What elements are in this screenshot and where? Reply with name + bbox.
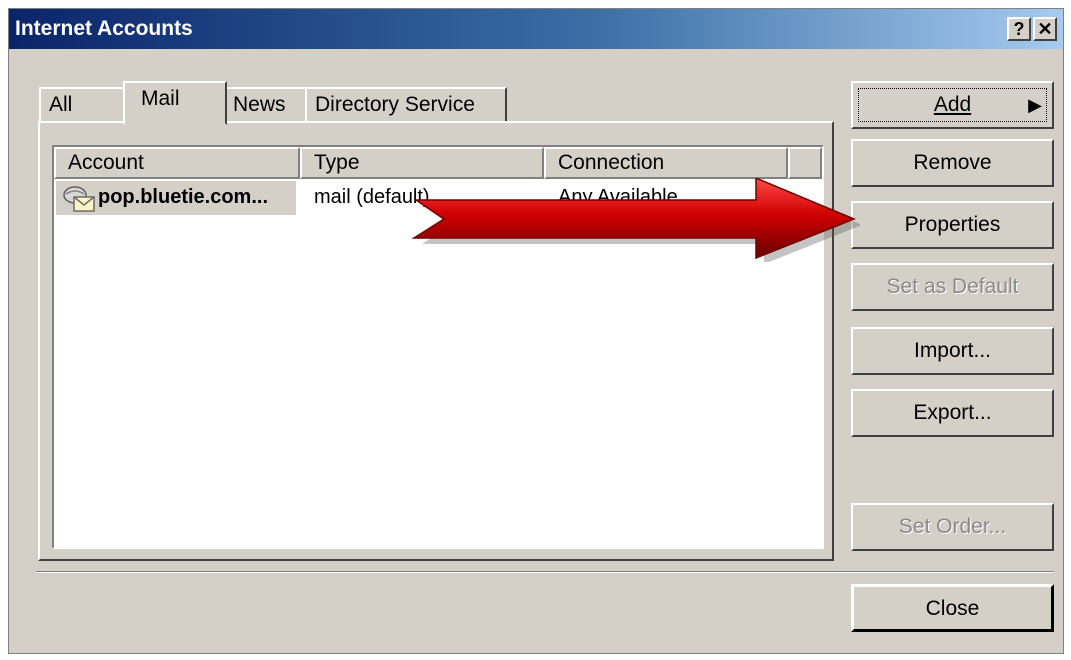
red-arrow-annotation bbox=[411, 178, 860, 262]
help-button[interactable]: ? bbox=[1007, 17, 1031, 41]
tab-directory-service-label: Directory Service bbox=[315, 93, 475, 116]
tab-mail-label: Mail bbox=[141, 87, 180, 110]
focus-rect bbox=[858, 88, 1047, 122]
internet-accounts-dialog: Internet Accounts ? ✕ All Mail News Dire… bbox=[8, 8, 1064, 654]
column-account-label: Account bbox=[68, 151, 144, 174]
arrow-shape bbox=[411, 178, 856, 260]
column-header-filler bbox=[788, 147, 822, 179]
close-window-button[interactable]: ✕ bbox=[1033, 17, 1057, 41]
properties-button[interactable]: Properties bbox=[851, 201, 1054, 249]
tab-directory-service[interactable]: Directory Service bbox=[305, 87, 507, 123]
remove-button-label: Remove bbox=[913, 151, 992, 174]
dialog-title: Internet Accounts bbox=[15, 17, 193, 40]
import-button[interactable]: Import... bbox=[851, 327, 1054, 375]
set-as-default-button[interactable]: Set as Default bbox=[851, 263, 1054, 311]
column-header-connection[interactable]: Connection bbox=[544, 147, 788, 179]
column-connection-label: Connection bbox=[558, 151, 665, 174]
separator bbox=[36, 571, 1054, 573]
close-button[interactable]: Close bbox=[851, 584, 1054, 632]
tab-all-label: All bbox=[49, 93, 73, 116]
add-button[interactable]: Add ▶ bbox=[851, 81, 1054, 129]
title-bar: Internet Accounts ? ✕ bbox=[9, 9, 1063, 49]
account-name: pop.bluetie.com... bbox=[98, 186, 269, 208]
submenu-arrow-icon: ▶ bbox=[1028, 95, 1042, 115]
tab-news-label: News bbox=[233, 93, 286, 116]
export-button[interactable]: Export... bbox=[851, 389, 1054, 437]
tab-all[interactable]: All bbox=[39, 87, 127, 123]
export-button-label: Export... bbox=[913, 401, 992, 424]
import-button-label: Import... bbox=[913, 339, 992, 362]
column-header-account[interactable]: Account bbox=[54, 147, 300, 179]
column-header-type[interactable]: Type bbox=[300, 147, 544, 179]
set-order-label: Set Order... bbox=[898, 515, 1007, 538]
properties-button-label: Properties bbox=[904, 213, 1001, 236]
tab-mail[interactable]: Mail bbox=[123, 81, 227, 125]
close-button-label: Close bbox=[925, 597, 980, 620]
help-icon: ? bbox=[1013, 19, 1025, 39]
remove-button[interactable]: Remove bbox=[851, 139, 1054, 187]
column-type-label: Type bbox=[314, 151, 360, 174]
set-as-default-label: Set as Default bbox=[886, 275, 1019, 298]
close-icon: ✕ bbox=[1037, 19, 1053, 39]
set-order-button[interactable]: Set Order... bbox=[851, 503, 1054, 551]
mail-account-icon bbox=[63, 186, 95, 212]
tab-news[interactable]: News bbox=[223, 87, 307, 123]
account-cell: pop.bluetie.com... bbox=[56, 181, 296, 215]
